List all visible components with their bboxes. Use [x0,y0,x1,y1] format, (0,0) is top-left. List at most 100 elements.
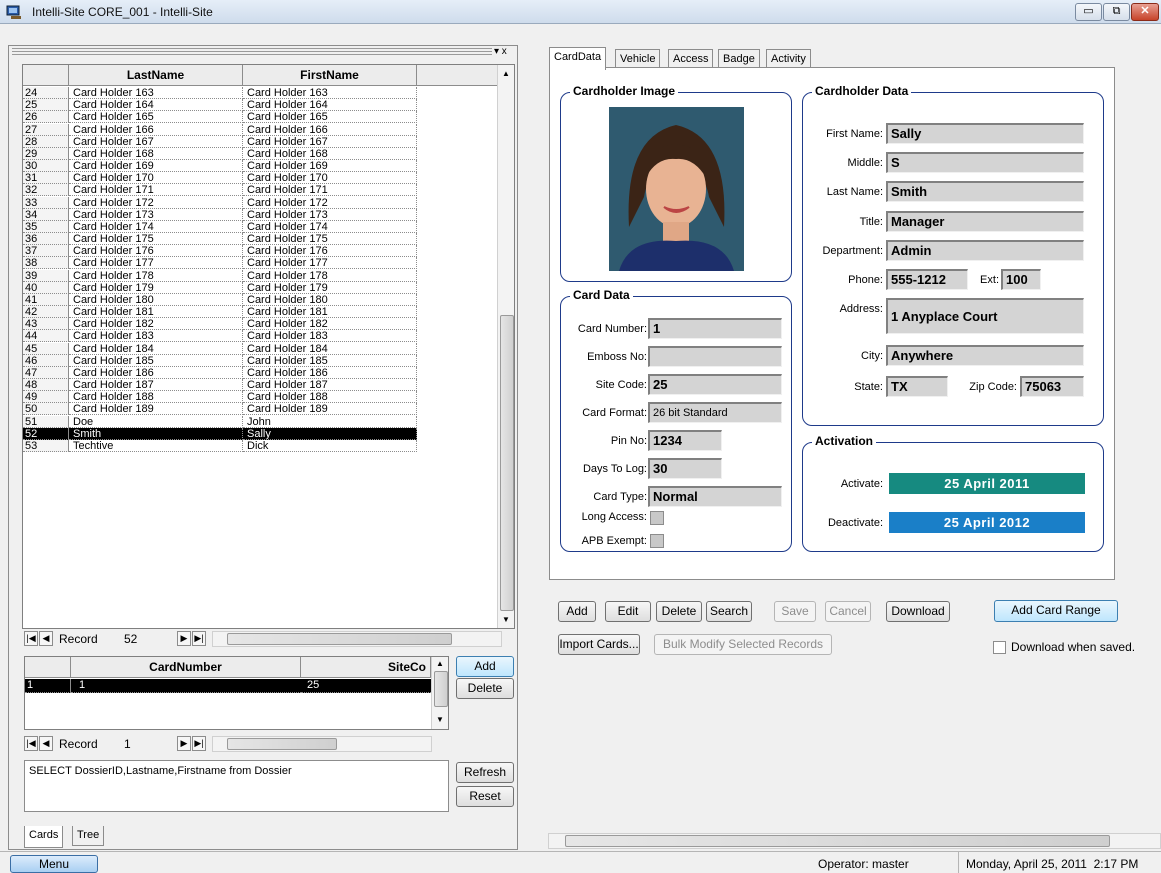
cardholder-photo[interactable] [609,107,744,271]
table-row[interactable]: 32 Card Holder 171 Card Holder 171 [23,184,417,197]
cell-firstname[interactable]: John [243,415,417,428]
activate-date[interactable]: 25 April 2011 [889,473,1085,494]
header-lastname[interactable]: LastName [69,65,243,86]
cell-lastname[interactable]: Card Holder 164 [69,99,243,112]
table-row[interactable]: 49 Card Holder 188 Card Holder 188 [23,391,417,404]
cell-lastname[interactable]: Card Holder 171 [69,184,243,197]
close-button[interactable]: ✕ [1131,3,1159,21]
detail-hscroll[interactable] [548,833,1161,849]
table-row[interactable]: 38 Card Holder 177 Card Holder 177 [23,257,417,270]
cell-firstname[interactable]: Card Holder 183 [243,330,417,343]
cell-lastname[interactable]: Card Holder 182 [69,318,243,331]
cell-lastname[interactable]: Card Holder 167 [69,135,243,148]
table-row[interactable]: 29 Card Holder 168 Card Holder 168 [23,147,417,160]
table-row[interactable]: 30 Card Holder 169 Card Holder 169 [23,160,417,173]
department-field[interactable]: Admin [886,240,1084,261]
cell-firstname[interactable]: Card Holder 186 [243,366,417,379]
table-row[interactable]: 51 Doe John [23,415,417,428]
table-row[interactable]: 44 Card Holder 183 Card Holder 183 [23,330,417,343]
cell-firstname[interactable]: Card Holder 170 [243,172,417,185]
table-row[interactable]: 39 Card Holder 178 Card Holder 178 [23,269,417,282]
grid2-vscroll[interactable]: ▲ ▼ [431,657,448,729]
prev-record-icon[interactable]: ◀ [39,631,53,646]
tab-tree[interactable]: Tree [72,826,105,846]
first-record-icon[interactable]: |◀ [24,736,38,751]
edit-button[interactable]: Edit [605,601,651,622]
cell-lastname[interactable]: Card Holder 178 [69,269,243,282]
cell-firstname[interactable]: Card Holder 167 [243,135,417,148]
middle-field[interactable]: S [886,152,1084,173]
import-cards-button[interactable]: Import Cards... [558,634,640,655]
table-row[interactable]: 47 Card Holder 186 Card Holder 186 [23,366,417,379]
prev-record-icon[interactable]: ◀ [39,736,53,751]
scroll-down-icon[interactable]: ▼ [502,615,510,624]
cell-lastname[interactable]: Card Holder 163 [69,87,243,99]
title-field[interactable]: Manager [886,211,1084,232]
cell-lastname[interactable]: Card Holder 186 [69,366,243,379]
cell-firstname[interactable]: Card Holder 171 [243,184,417,197]
tab-carddata[interactable]: CardData [549,47,607,70]
cell-lastname[interactable]: Card Holder 187 [69,379,243,392]
record-number[interactable]: 1 [124,737,131,751]
scroll-down-icon[interactable]: ▼ [436,715,444,724]
cell-firstname[interactable]: Card Holder 173 [243,208,417,221]
cell-lastname[interactable]: Card Holder 184 [69,342,243,355]
cell-lastname[interactable]: Card Holder 172 [69,196,243,209]
cell-firstname[interactable]: Card Holder 177 [243,257,417,270]
tab-cards[interactable]: Cards [24,826,64,848]
first-record-icon[interactable]: |◀ [24,631,38,646]
table-row[interactable]: 52 Smith Sally [23,427,417,440]
cell-firstname[interactable]: Card Holder 188 [243,391,417,404]
table-row[interactable]: 37 Card Holder 176 Card Holder 176 [23,245,417,258]
cell-lastname[interactable]: Card Holder 181 [69,306,243,319]
cell-lastname[interactable]: Card Holder 180 [69,293,243,306]
refresh-button[interactable]: Refresh [456,762,514,783]
next-record-icon[interactable]: ▶ [177,631,191,646]
apb-exempt-checkbox[interactable] [650,534,664,548]
cell-firstname[interactable]: Card Holder 181 [243,306,417,319]
cell-lastname[interactable]: Card Holder 174 [69,220,243,233]
first-name-field[interactable]: Sally [886,123,1084,144]
cell-lastname[interactable]: Doe [69,415,243,428]
header-firstname[interactable]: FirstName [243,65,417,86]
city-field[interactable]: Anywhere [886,345,1084,366]
restore-button[interactable]: ⧉ [1103,3,1130,21]
record-number[interactable]: 52 [124,632,137,646]
cell-firstname[interactable]: Card Holder 182 [243,318,417,331]
cell-cardnumber[interactable]: 1 [71,679,301,693]
ext-field[interactable]: 100 [1001,269,1041,290]
table-row[interactable]: 35 Card Holder 174 Card Holder 174 [23,220,417,233]
add-button[interactable]: Add [558,601,596,622]
cell-firstname[interactable]: Card Holder 163 [243,87,417,99]
grid2-add-button[interactable]: Add [456,656,514,677]
card-type-field[interactable]: Normal [648,486,782,507]
bulk-modify-button[interactable]: Bulk Modify Selected Records [654,634,832,655]
hscroll-thumb[interactable] [565,835,1110,847]
add-card-range-button[interactable]: Add Card Range [994,600,1118,622]
scroll-up-icon[interactable]: ▲ [502,69,510,78]
menu-button[interactable]: Menu [10,855,98,873]
card-number-field[interactable]: 1 [648,318,782,339]
cell-firstname[interactable]: Card Holder 165 [243,111,417,124]
table-row[interactable]: 34 Card Holder 173 Card Holder 173 [23,208,417,221]
last-record-icon[interactable]: ▶| [192,631,206,646]
minimize-button[interactable]: ▭ [1075,3,1102,21]
cell-lastname[interactable]: Card Holder 169 [69,160,243,173]
reset-button[interactable]: Reset [456,786,514,807]
phone-field[interactable]: 555-1212 [886,269,968,290]
cell-firstname[interactable]: Card Holder 169 [243,160,417,173]
deactivate-date[interactable]: 25 April 2012 [889,512,1085,533]
table-row[interactable]: 28 Card Holder 167 Card Holder 167 [23,135,417,148]
long-access-checkbox[interactable] [650,511,664,525]
table-row[interactable]: 53 Techtive Dick [23,439,417,452]
cell-lastname[interactable]: Techtive [69,439,243,452]
dock-grip[interactable] [12,46,492,56]
state-field[interactable]: TX [886,376,948,397]
tab-vehicle[interactable]: Vehicle [615,49,661,69]
cardholder-grid[interactable]: LastName FirstName 24 Card Holder 163 Card… [22,64,515,629]
table-row[interactable]: 31 Card Holder 170 Card Holder 170 [23,172,417,185]
cell-firstname[interactable]: Card Holder 187 [243,379,417,392]
table-row[interactable]: 33 Card Holder 172 Card Holder 172 [23,196,417,209]
cell-lastname[interactable]: Card Holder 179 [69,281,243,294]
table-row[interactable]: 42 Card Holder 181 Card Holder 181 [23,306,417,319]
